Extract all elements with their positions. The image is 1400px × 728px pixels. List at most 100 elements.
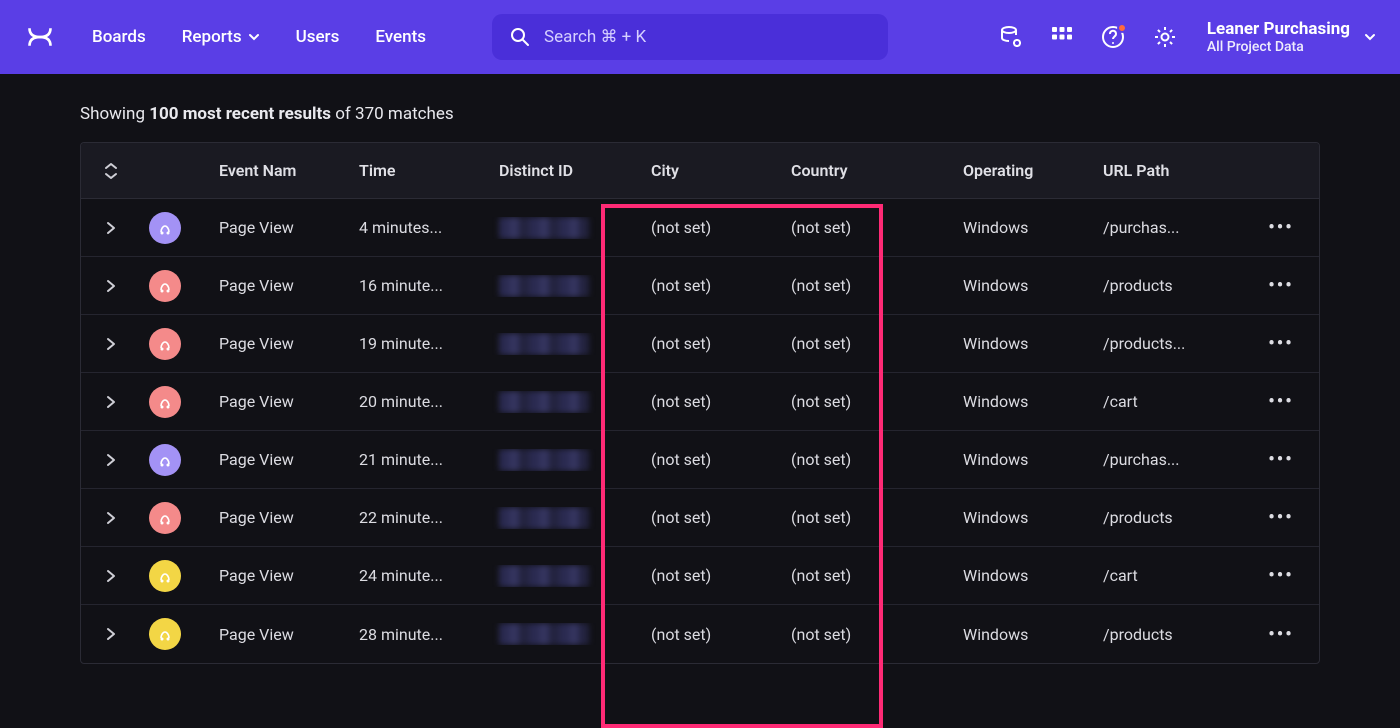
row-more-icon[interactable]: ••• (1251, 333, 1311, 354)
row-more-icon[interactable]: ••• (1251, 217, 1311, 238)
col-url-path[interactable]: URL Path (1095, 161, 1251, 180)
table-row[interactable]: Page View 24 minute... (not set) (not se… (81, 547, 1319, 605)
row-more-icon[interactable]: ••• (1251, 565, 1311, 586)
top-nav: Boards Reports Users Events Search ⌘ + K (0, 0, 1400, 74)
expand-row-icon[interactable] (81, 511, 141, 525)
expand-row-icon[interactable] (81, 395, 141, 409)
nav-boards[interactable]: Boards (92, 27, 146, 47)
cell-time: 24 minute... (351, 566, 491, 585)
cell-operating: Windows (955, 625, 1095, 644)
col-country[interactable]: Country (783, 161, 923, 180)
cell-event-name: Page View (211, 334, 351, 353)
nav-users[interactable]: Users (296, 27, 340, 47)
events-table: Event Nam Time Distinct ID City Country … (80, 142, 1320, 664)
help-icon[interactable] (1101, 25, 1125, 49)
table-row[interactable]: Page View 20 minute... (not set) (not se… (81, 373, 1319, 431)
cell-city: (not set) (643, 625, 783, 644)
cell-operating: Windows (955, 218, 1095, 237)
cell-distinct-id (491, 275, 611, 297)
nav-links: Boards Reports Users Events (92, 27, 426, 47)
cell-distinct-id (491, 217, 611, 239)
cell-distinct-id (491, 507, 611, 529)
cell-operating: Windows (955, 566, 1095, 585)
table-row[interactable]: Page View 16 minute... (not set) (not se… (81, 257, 1319, 315)
cell-city: (not set) (643, 566, 783, 585)
apps-grid-icon[interactable] (1051, 26, 1073, 48)
cell-distinct-id (491, 333, 611, 355)
brand-logo[interactable] (24, 21, 56, 53)
cell-country: (not set) (783, 392, 923, 411)
cell-url-path: /purchas... (1095, 218, 1251, 237)
cell-country: (not set) (783, 218, 923, 237)
cell-url-path: /products (1095, 276, 1251, 295)
expand-row-icon[interactable] (81, 627, 141, 641)
cell-time: 22 minute... (351, 508, 491, 527)
col-event-name[interactable]: Event Nam (211, 161, 351, 180)
collapse-all-icon[interactable] (81, 162, 141, 180)
col-city[interactable]: City (643, 161, 783, 180)
row-more-icon[interactable]: ••• (1251, 275, 1311, 296)
cell-operating: Windows (955, 450, 1095, 469)
table-row[interactable]: Page View 4 minutes... (not set) (not se… (81, 199, 1319, 257)
user-avatar-icon (149, 444, 181, 476)
row-more-icon[interactable]: ••• (1251, 624, 1311, 645)
search-icon (510, 27, 530, 47)
notification-dot (1117, 23, 1127, 33)
cell-event-name: Page View (211, 625, 351, 644)
nav-events[interactable]: Events (375, 27, 426, 47)
cell-event-name: Page View (211, 276, 351, 295)
row-more-icon[interactable]: ••• (1251, 449, 1311, 470)
cell-country: (not set) (783, 625, 923, 644)
cell-url-path: /purchas... (1095, 450, 1251, 469)
search-placeholder: Search ⌘ + K (544, 27, 646, 47)
cell-city: (not set) (643, 276, 783, 295)
project-switcher[interactable]: Leaner Purchasing All Project Data (1207, 19, 1376, 55)
nav-reports-label: Reports (182, 27, 242, 47)
cell-url-path: /products (1095, 625, 1251, 644)
user-avatar-icon (149, 270, 181, 302)
user-avatar-icon (149, 328, 181, 360)
database-settings-icon[interactable] (999, 25, 1023, 49)
expand-row-icon[interactable] (81, 453, 141, 467)
cell-url-path: /cart (1095, 566, 1251, 585)
cell-distinct-id (491, 565, 611, 587)
expand-row-icon[interactable] (81, 569, 141, 583)
cell-time: 21 minute... (351, 450, 491, 469)
chevron-down-icon (1364, 31, 1376, 43)
summary-prefix: Showing (80, 104, 149, 124)
nav-reports[interactable]: Reports (182, 27, 260, 47)
user-avatar-icon (149, 502, 181, 534)
user-avatar-icon (149, 618, 181, 650)
expand-row-icon[interactable] (81, 221, 141, 235)
cell-url-path: /products (1095, 508, 1251, 527)
summary-suffix: of 370 matches (331, 104, 454, 124)
header-icons (999, 25, 1177, 49)
table-row[interactable]: Page View 28 minute... (not set) (not se… (81, 605, 1319, 663)
cell-city: (not set) (643, 334, 783, 353)
col-time[interactable]: Time (351, 161, 491, 180)
cell-city: (not set) (643, 218, 783, 237)
col-distinct-id[interactable]: Distinct ID (491, 161, 611, 180)
cell-operating: Windows (955, 276, 1095, 295)
cell-city: (not set) (643, 450, 783, 469)
row-more-icon[interactable]: ••• (1251, 507, 1311, 528)
col-operating[interactable]: Operating (955, 161, 1095, 180)
cell-event-name: Page View (211, 566, 351, 585)
row-more-icon[interactable]: ••• (1251, 391, 1311, 412)
cell-country: (not set) (783, 508, 923, 527)
table-row[interactable]: Page View 22 minute... (not set) (not se… (81, 489, 1319, 547)
settings-gear-icon[interactable] (1153, 25, 1177, 49)
table-row[interactable]: Page View 19 minute... (not set) (not se… (81, 315, 1319, 373)
cell-time: 20 minute... (351, 392, 491, 411)
expand-row-icon[interactable] (81, 337, 141, 351)
cell-distinct-id (491, 623, 611, 645)
cell-city: (not set) (643, 392, 783, 411)
cell-url-path: /cart (1095, 392, 1251, 411)
cell-operating: Windows (955, 392, 1095, 411)
chevron-down-icon (248, 31, 260, 43)
cell-country: (not set) (783, 450, 923, 469)
table-row[interactable]: Page View 21 minute... (not set) (not se… (81, 431, 1319, 489)
search-input[interactable]: Search ⌘ + K (492, 14, 888, 60)
table-header: Event Nam Time Distinct ID City Country … (81, 143, 1319, 199)
expand-row-icon[interactable] (81, 279, 141, 293)
